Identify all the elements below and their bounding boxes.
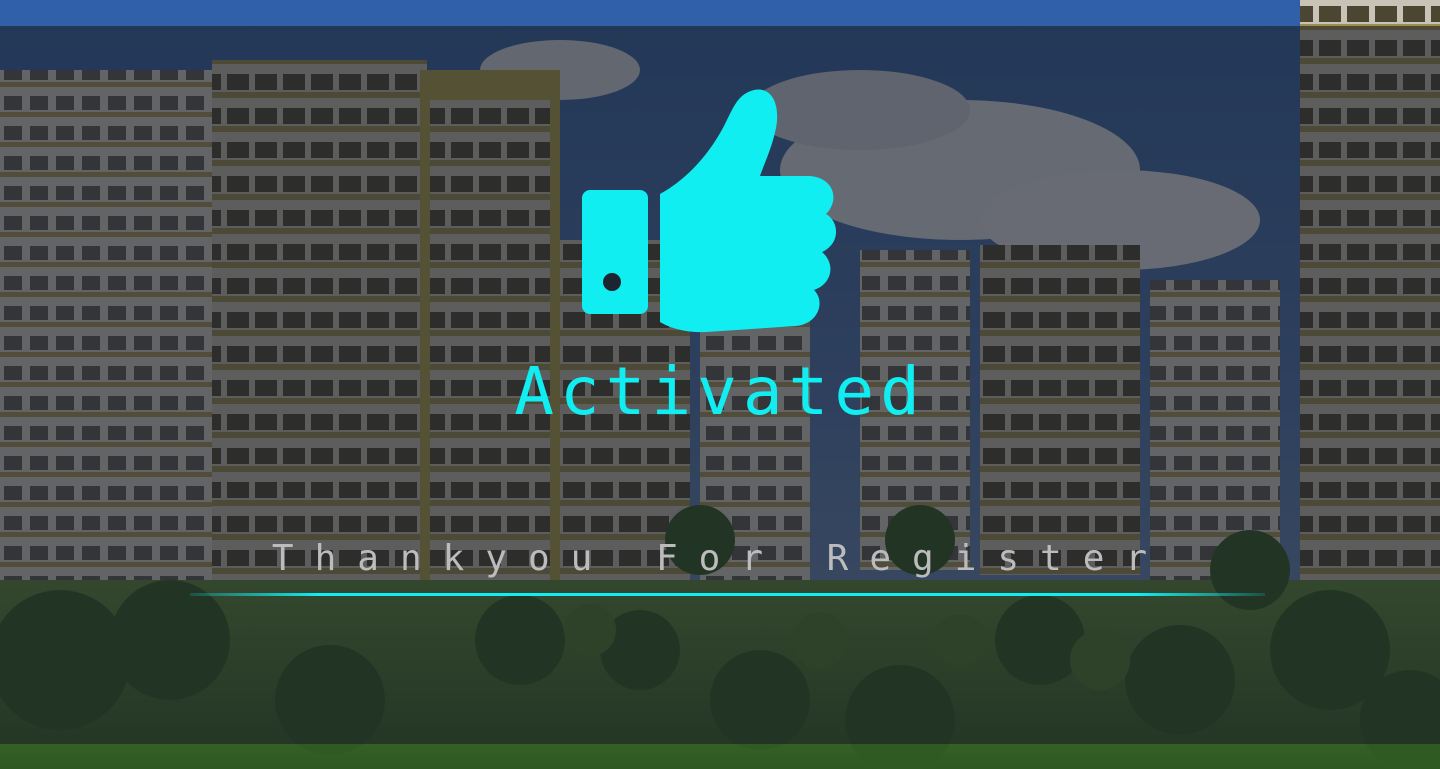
activation-message: Activated Thankyou For Register [0, 0, 1440, 769]
divider-line [190, 593, 1265, 596]
thumbs-up-icon [582, 89, 837, 333]
status-subtitle: Thankyou For Register [271, 538, 1169, 579]
status-title: Activated [514, 353, 926, 430]
